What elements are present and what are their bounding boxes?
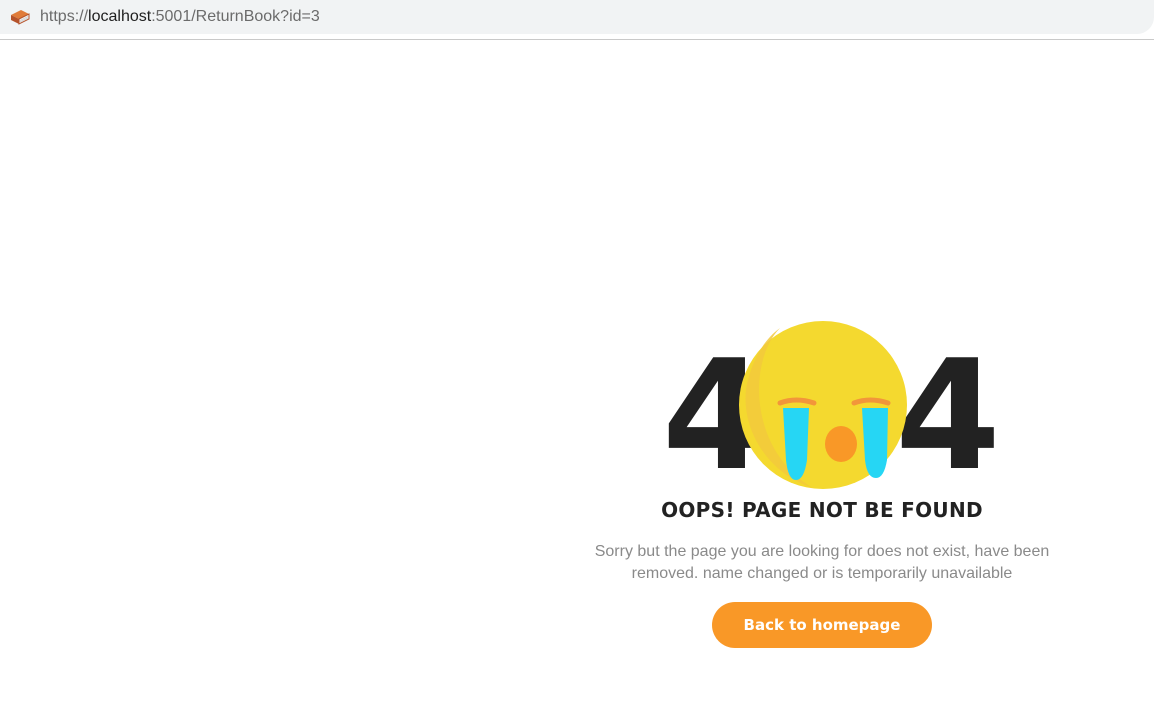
url-scheme: https:// <box>40 8 89 25</box>
notfound-container: 4 4 OOPS! PAGE NOT BE FOUND Sorry but th… <box>522 318 1122 648</box>
url-field[interactable]: https://localhost:5001/ReturnBook?id=3 <box>0 0 1154 34</box>
url-text[interactable]: https://localhost:5001/ReturnBook?id=3 <box>40 7 320 27</box>
error-digit-right: 4 <box>895 327 1001 504</box>
crying-face-icon <box>738 320 908 490</box>
url-path: :5001/ReturnBook?id=3 <box>151 8 320 25</box>
back-to-homepage-button[interactable]: Back to homepage <box>712 602 932 648</box>
browser-address-bar: https://localhost:5001/ReturnBook?id=3 <box>0 0 1154 40</box>
url-host: localhost <box>88 8 152 25</box>
page-title: OOPS! PAGE NOT BE FOUND <box>661 498 983 522</box>
error-description: Sorry but the page you are looking for d… <box>594 543 1050 582</box>
error-code-404: 4 4 <box>522 318 1122 493</box>
book-icon <box>9 7 31 27</box>
